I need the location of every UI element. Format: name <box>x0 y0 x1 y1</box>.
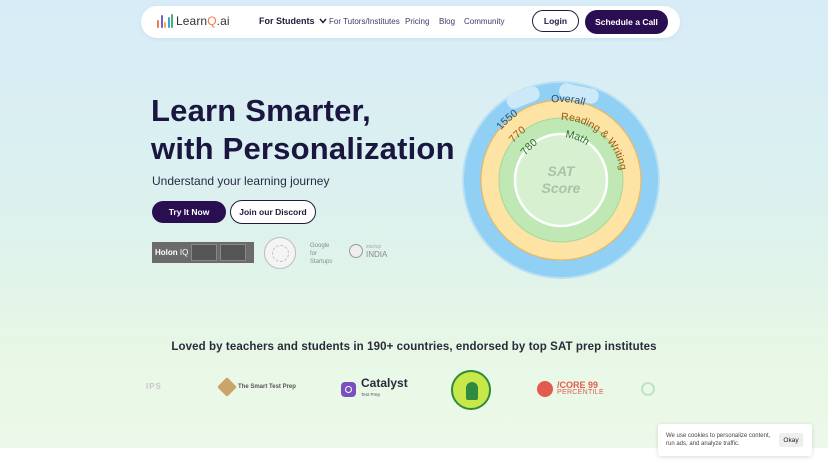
hero-title-line2: with Personalization <box>151 131 455 166</box>
hero-title-line1: Learn Smarter, <box>151 93 371 128</box>
score99-text: /CORE 99 PERCENTILE <box>557 381 604 397</box>
catalyst-name: Catalyst <box>361 376 408 390</box>
brand-logo[interactable]: LearnQ.ai <box>157 14 230 28</box>
partners-heading: Loved by teachers and students in 190+ c… <box>171 341 657 353</box>
nav-for-students[interactable]: For Students <box>259 16 327 26</box>
emblem-icon <box>349 244 363 258</box>
hero-subtitle: Understand your learning journey <box>152 174 330 188</box>
cookie-okay-button[interactable]: Okay <box>779 433 803 447</box>
catalyst-icon <box>341 381 356 397</box>
join-discord-button[interactable]: Join our Discord <box>230 200 316 224</box>
google-line2: for <box>310 251 318 257</box>
catalyst-sub: Test Prep <box>361 392 381 397</box>
center-score-text: Score <box>542 180 581 196</box>
holoniq-award-badge: Holon IQ <box>152 242 254 263</box>
partner-logo-score99: /CORE 99 PERCENTILE <box>537 381 604 397</box>
nav-for-students-label: For Students <box>259 16 315 26</box>
google-for-startups-logo: Google for Startups <box>310 242 332 266</box>
logo-bars-icon <box>157 14 173 28</box>
partner-logo-smart-test-prep: The Smart Test Prep <box>217 377 296 397</box>
startup-india-label: INDIA <box>366 250 388 259</box>
login-button[interactable]: Login <box>532 10 579 32</box>
logo-bar <box>164 22 166 28</box>
award-badge-icon <box>191 244 218 261</box>
top-navbar: LearnQ.ai For Students For Tutors/Instit… <box>141 6 680 38</box>
score99-icon <box>537 381 553 397</box>
holon-label: Holon IQ <box>155 248 189 257</box>
partner-logo-ips: IPS <box>146 382 162 391</box>
catalyst-text: Catalyst Test Prep <box>361 376 408 400</box>
brand-name: LearnQ.ai <box>176 14 230 28</box>
chevron-down-icon <box>318 18 327 24</box>
score99-sub: PERCENTILE <box>557 389 604 396</box>
startup-india-text: startup INDIA <box>366 244 388 259</box>
google-line1: Google <box>310 243 330 249</box>
startup-india-logo: startup INDIA <box>349 244 388 259</box>
cookie-text: We use cookies to personalize content, r… <box>666 433 771 447</box>
sat-score-rings: 1550 Overall 770 Reading & Writing 780 M… <box>462 81 660 279</box>
smart-test-prep-text: The Smart Test Prep <box>238 383 296 390</box>
partner-logo-leaders-badge <box>451 370 491 410</box>
award-badge-icon <box>220 244 247 261</box>
sat-score-ring-graphic: 1550 Overall 770 Reading & Writing 780 M… <box>461 80 661 280</box>
smart-test-prep-icon <box>217 377 237 397</box>
partner-logo-catalyst: Catalyst Test Prep <box>341 376 408 400</box>
nav-blog[interactable]: Blog <box>439 17 455 26</box>
google-line3: Startups <box>310 259 333 265</box>
logo-bar <box>171 14 173 28</box>
logo-bar <box>160 15 163 28</box>
schedule-call-button[interactable]: Schedule a Call <box>585 10 668 34</box>
logo-bar <box>157 20 159 28</box>
nav-for-tutors[interactable]: For Tutors/Institutes <box>329 17 400 26</box>
cookie-banner: We use cookies to personalize content, r… <box>658 424 812 456</box>
hero-title: Learn Smarter, with Personalization <box>151 92 455 168</box>
award-seal-icon <box>264 237 296 269</box>
center-sat-text: SAT <box>548 163 576 179</box>
try-it-now-button[interactable]: Try It Now <box>152 201 226 223</box>
partner-logo-faded-icon <box>641 382 655 396</box>
nav-community[interactable]: Community <box>464 17 504 26</box>
nav-pricing[interactable]: Pricing <box>405 17 429 26</box>
logo-bar <box>167 17 170 28</box>
